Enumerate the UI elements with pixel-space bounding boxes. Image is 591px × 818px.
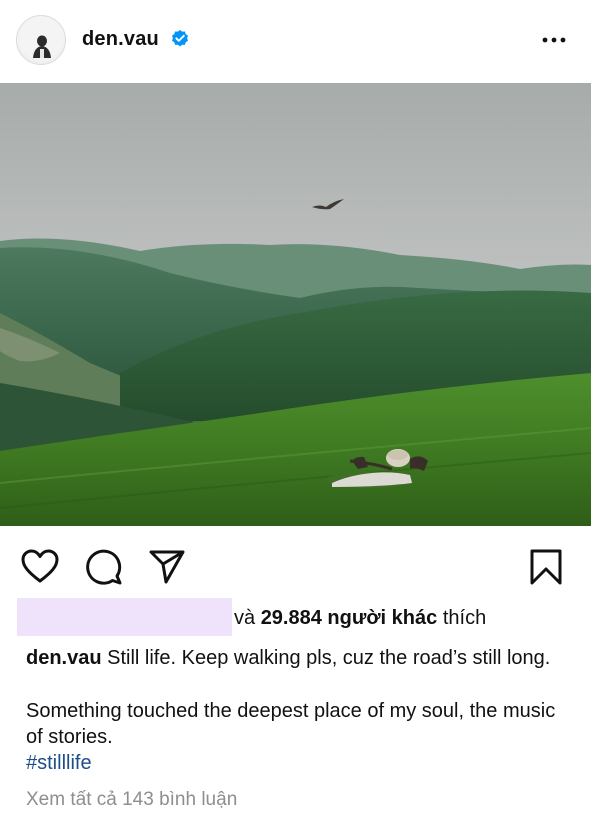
post-header: den.vau xyxy=(0,0,591,82)
view-all-comments-link[interactable]: Xem tất cả 143 bình luận xyxy=(26,789,237,811)
liker-name-redacted[interactable] xyxy=(17,598,232,636)
verified-badge-icon xyxy=(170,29,190,49)
caption-line-2: Something touched the deepest place of m… xyxy=(26,700,556,748)
likes-suffix[interactable]: người khác xyxy=(327,607,437,629)
avatar[interactable] xyxy=(16,15,66,65)
bookmark-icon[interactable] xyxy=(526,547,566,587)
likes-summary[interactable]: và 29.884 người khác thích xyxy=(17,598,577,636)
more-options-icon[interactable] xyxy=(539,28,569,52)
likes-count[interactable]: 29.884 xyxy=(261,607,322,629)
likes-text: và 29.884 người khác thích xyxy=(234,607,486,630)
hashtag-link[interactable]: #stilllife xyxy=(26,752,92,775)
post-caption: den.vau Still life. Keep walking pls, cu… xyxy=(26,645,566,671)
caption-line-1: Still life. Keep walking pls, cuz the ro… xyxy=(107,647,551,669)
post-actions-bar xyxy=(0,526,591,596)
likes-connector: và xyxy=(234,607,256,629)
send-icon[interactable] xyxy=(147,547,187,587)
caption-username[interactable]: den.vau xyxy=(26,647,102,669)
likes-verb: thích xyxy=(442,607,487,629)
post-photo[interactable] xyxy=(0,83,591,526)
comment-icon[interactable] xyxy=(84,547,124,587)
post-username[interactable]: den.vau xyxy=(82,28,159,51)
heart-icon[interactable] xyxy=(20,547,60,587)
